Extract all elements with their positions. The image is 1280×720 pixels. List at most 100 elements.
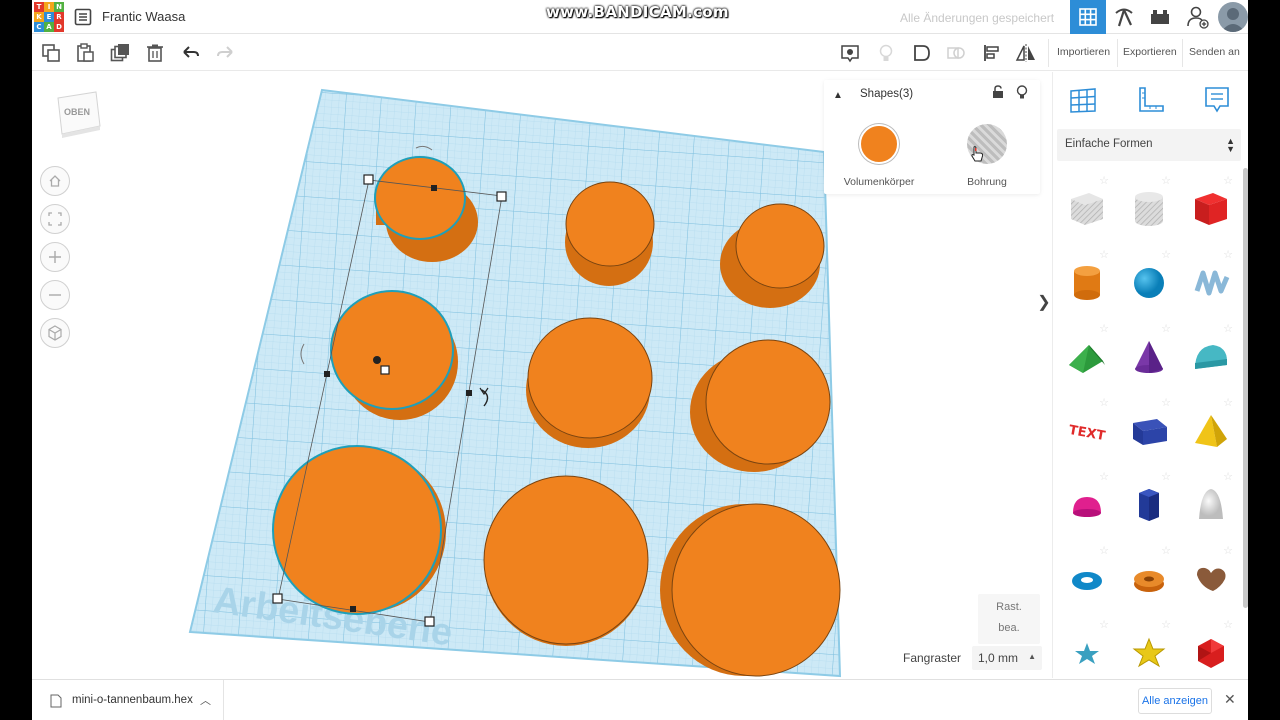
favorite-star-icon[interactable]: ☆ <box>1161 618 1171 631</box>
undo-button[interactable] <box>178 40 204 66</box>
favorite-star-icon[interactable]: ☆ <box>1099 322 1109 335</box>
shape-half-sphere[interactable]: ☆ <box>1057 468 1117 542</box>
cylinder-shape[interactable] <box>565 181 655 286</box>
delete-button[interactable] <box>142 40 168 66</box>
ungroup-button[interactable] <box>943 40 969 66</box>
align-button[interactable] <box>979 40 1005 66</box>
project-list-icon[interactable] <box>74 8 92 26</box>
edge-handle[interactable] <box>350 606 356 612</box>
shape-polygon[interactable]: ☆ <box>1119 468 1179 542</box>
favorite-star-icon[interactable]: ☆ <box>1099 470 1109 483</box>
cylinder-shape[interactable] <box>526 317 653 448</box>
zoom-out-button[interactable] <box>40 280 70 310</box>
codeblocks-button[interactable] <box>1142 0 1178 34</box>
favorite-star-icon[interactable]: ☆ <box>1099 544 1109 557</box>
shape-roof[interactable]: ☆ <box>1057 320 1117 394</box>
user-avatar[interactable] <box>1218 2 1248 32</box>
lift-handle[interactable] <box>373 356 381 364</box>
shape-cylinder[interactable]: ☆ <box>1057 246 1117 320</box>
height-handle[interactable] <box>380 365 390 375</box>
favorite-star-icon[interactable]: ☆ <box>1161 248 1171 261</box>
hide-lightbulb-icon[interactable] <box>1014 84 1030 105</box>
resize-handle[interactable] <box>424 616 435 627</box>
shape-text[interactable]: TEXT ☆ <box>1057 394 1117 468</box>
favorite-star-icon[interactable]: ☆ <box>1161 470 1171 483</box>
favorite-star-icon[interactable]: ☆ <box>1161 396 1171 409</box>
shape-box-hole[interactable]: ☆ <box>1057 172 1117 246</box>
favorite-star-icon[interactable]: ☆ <box>1099 396 1109 409</box>
zoom-in-button[interactable] <box>40 242 70 272</box>
snap-grid-select[interactable]: 1,0 mm ▲ <box>972 646 1042 670</box>
duplicate-button[interactable] <box>107 40 133 66</box>
shape-paraboloid[interactable]: ☆ <box>1181 468 1241 542</box>
home-view-button[interactable] <box>40 166 70 196</box>
resize-handle[interactable] <box>272 593 283 604</box>
resize-handle[interactable] <box>363 174 374 185</box>
shape-cylinder-hole[interactable]: ☆ <box>1119 172 1179 246</box>
shape-category-select[interactable]: Einfache Formen ▲ ▼ <box>1057 129 1241 161</box>
favorite-star-icon[interactable]: ☆ <box>1223 618 1233 631</box>
3d-view-button[interactable] <box>1070 0 1106 34</box>
favorite-star-icon[interactable]: ☆ <box>1099 618 1109 631</box>
favorite-star-icon[interactable]: ☆ <box>1099 248 1109 261</box>
favorite-star-icon[interactable]: ☆ <box>1223 174 1233 187</box>
shape-tube[interactable]: ☆ <box>1119 542 1179 616</box>
edge-handle[interactable] <box>431 185 437 191</box>
favorite-star-icon[interactable]: ☆ <box>1223 544 1233 557</box>
download-item[interactable]: mini-o-tannenbaum.hex ︿ <box>48 680 224 720</box>
view-cube[interactable]: OBEN <box>52 88 104 140</box>
shape-torus[interactable]: ☆ <box>1057 542 1117 616</box>
group-button[interactable] <box>909 40 935 66</box>
edge-handle[interactable] <box>324 371 330 377</box>
import-button[interactable]: Importieren <box>1057 46 1110 58</box>
show-all-button[interactable] <box>873 40 899 66</box>
collapse-panel-button[interactable]: ❯ <box>1037 280 1051 324</box>
workplane-tab[interactable] <box>1065 82 1101 118</box>
solid-color-swatch[interactable] <box>859 124 899 164</box>
cylinder-shape[interactable] <box>483 475 649 646</box>
paste-button[interactable] <box>72 40 98 66</box>
shape-heart[interactable]: ☆ <box>1181 542 1241 616</box>
favorite-star-icon[interactable]: ☆ <box>1223 396 1233 409</box>
ruler-tab[interactable] <box>1133 82 1169 118</box>
circuits-button[interactable] <box>1106 0 1142 34</box>
library-scrollbar[interactable] <box>1243 168 1248 608</box>
close-icon[interactable]: ✕ <box>1224 691 1236 708</box>
lock-icon[interactable] <box>990 84 1006 105</box>
favorite-star-icon[interactable]: ☆ <box>1099 174 1109 187</box>
show-all-downloads-button[interactable]: Alle anzeigen <box>1138 688 1212 714</box>
cylinder-shape[interactable] <box>660 503 841 677</box>
fit-view-button[interactable] <box>40 204 70 234</box>
collapse-inspector-icon[interactable]: ▲ <box>833 90 843 101</box>
shape-pyramid[interactable]: ☆ <box>1181 394 1241 468</box>
shape-scribble[interactable]: ☆ <box>1181 246 1241 320</box>
tinkercad-logo[interactable]: T I N K E R C A D <box>34 2 64 32</box>
edge-handle[interactable] <box>466 390 472 396</box>
project-name[interactable]: Frantic Waasa <box>102 9 185 24</box>
favorite-star-icon[interactable]: ☆ <box>1223 248 1233 261</box>
favorite-star-icon[interactable]: ☆ <box>1223 322 1233 335</box>
solid-option[interactable]: Volumenkörper <box>834 124 924 188</box>
perspective-button[interactable] <box>40 318 70 348</box>
shape-box[interactable]: ☆ <box>1181 172 1241 246</box>
favorite-star-icon[interactable]: ☆ <box>1161 322 1171 335</box>
shape-sphere[interactable]: ☆ <box>1119 246 1179 320</box>
copy-button[interactable] <box>38 40 64 66</box>
chevron-up-icon[interactable]: ︿ <box>200 692 211 708</box>
shape-round-roof[interactable]: ☆ <box>1181 320 1241 394</box>
shape-cone[interactable]: ☆ <box>1119 320 1179 394</box>
mirror-button[interactable] <box>1013 40 1039 66</box>
favorite-star-icon[interactable]: ☆ <box>1161 174 1171 187</box>
notes-button[interactable] <box>837 40 863 66</box>
hole-option[interactable]: Bohrung <box>942 124 1032 188</box>
redo-button[interactable] <box>212 40 238 66</box>
notes-tab[interactable] <box>1199 82 1235 118</box>
favorite-star-icon[interactable]: ☆ <box>1223 470 1233 483</box>
favorite-star-icon[interactable]: ☆ <box>1161 544 1171 557</box>
add-user-button[interactable] <box>1180 0 1216 34</box>
shape-half-cylinder[interactable]: ☆ <box>1119 394 1179 468</box>
workplane-viewport[interactable]: Arbeitsebene OBEN ▲ Shapes(3) Volumenkör… <box>32 72 1050 678</box>
send-to-button[interactable]: Senden an <box>1189 46 1240 58</box>
export-button[interactable]: Exportieren <box>1123 46 1177 58</box>
resize-handle[interactable] <box>496 191 507 202</box>
